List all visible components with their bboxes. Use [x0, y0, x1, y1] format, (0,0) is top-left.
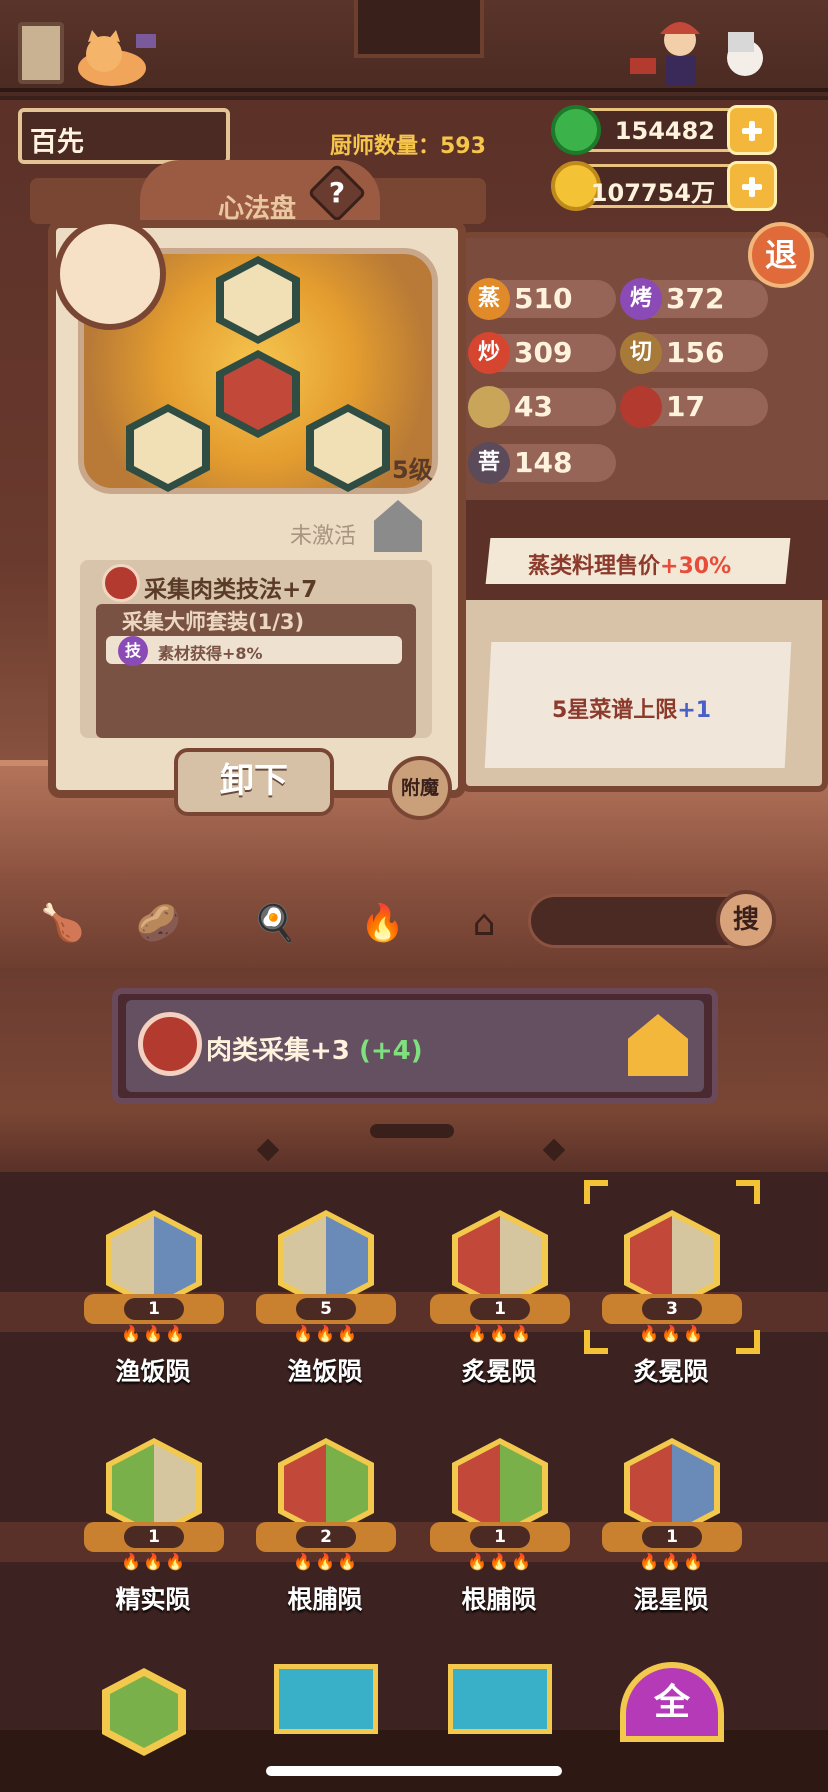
grain-bowl-icon: [468, 386, 510, 428]
stat-cut-value: 156: [666, 336, 725, 369]
partial-item-2[interactable]: [274, 1664, 378, 1734]
drumstick-filter-icon[interactable]: 🍗: [40, 902, 85, 946]
item-name: 混星陨: [633, 1585, 709, 1614]
add-jade-button[interactable]: [727, 105, 777, 155]
item-count: 1: [642, 1526, 702, 1548]
skill-badge-icon: 技: [118, 636, 148, 666]
item-name: 炙冕陨: [633, 1357, 709, 1386]
chef-characters-icon: [630, 22, 763, 86]
flame-rating-icon: 🔥🔥🔥: [467, 1552, 533, 1571]
flame-rating-icon: 🔥🔥🔥: [293, 1552, 359, 1571]
center-portrait: [354, 0, 484, 58]
stat-steam-value: 510: [514, 282, 573, 315]
flame-rating-icon: 🔥🔥🔥: [293, 1324, 359, 1343]
item-count: 1: [470, 1526, 530, 1548]
stat-roast: 烤 372: [620, 278, 768, 320]
stat-bitter-icon: 菩: [468, 442, 510, 484]
stat-stirfry-value: 309: [514, 336, 573, 369]
xinfapan-level: 5级: [392, 456, 433, 484]
banner-effect-text: 肉类采集+3 (+4): [206, 1036, 423, 1066]
pan-filter-icon[interactable]: 🍳: [252, 902, 297, 946]
item-name: 精实陨: [115, 1585, 191, 1614]
stat-steam: 蒸 510: [468, 278, 616, 320]
grain-bowl-icon: [314, 412, 382, 484]
item-card[interactable]: 1 🔥🔥🔥 炙冕陨: [424, 1210, 574, 1410]
item-card[interactable]: 1 🔥🔥🔥 渔饭陨: [78, 1210, 228, 1410]
home-indicator[interactable]: [266, 1766, 562, 1776]
chef-count-label: 厨师数量：593: [330, 134, 486, 159]
selection-corner: [584, 1180, 608, 1204]
meat-pot-icon: [224, 358, 292, 430]
vegetable-filter-icon[interactable]: 🥔: [136, 902, 181, 946]
activation-status: 未激活: [290, 524, 357, 549]
item-card[interactable]: 5 🔥🔥🔥 渔饭陨: [250, 1210, 400, 1410]
stat-stirfry: 炒 309: [468, 332, 616, 374]
item-name: 根脯陨: [461, 1585, 537, 1614]
bonus-ribbon-2-text: 5星菜谱上限+1: [552, 698, 712, 723]
unequip-button[interactable]: 卸下: [174, 748, 334, 816]
stat-bitter-value: 148: [514, 446, 573, 479]
flame-rating-icon: 🔥🔥🔥: [639, 1552, 705, 1571]
selection-corner: [736, 1180, 760, 1204]
item-card[interactable]: 3 🔥🔥🔥 炙冕陨: [596, 1210, 746, 1410]
gold-value: 107754万: [590, 179, 715, 207]
jade-value: 154482: [614, 117, 715, 145]
partial-item-3[interactable]: [448, 1664, 552, 1734]
stat-meat-value: 17: [666, 390, 705, 423]
item-name: 炙冕陨: [461, 1357, 537, 1386]
flame-rating-icon: 🔥🔥🔥: [121, 1324, 187, 1343]
flame-rating-icon: 🔥🔥🔥: [639, 1324, 705, 1343]
stat-roast-icon: 烤: [620, 278, 662, 320]
drawer-handle[interactable]: [370, 1124, 454, 1138]
item-count: 5: [296, 1298, 356, 1320]
grain-bowl-icon: [134, 412, 202, 484]
item-count: 2: [296, 1526, 356, 1548]
stat-steam-icon: 蒸: [468, 278, 510, 320]
stat-grain: 43: [468, 386, 616, 428]
item-name: 渔饭陨: [115, 1357, 191, 1386]
item-card[interactable]: 2 🔥🔥🔥 根脯陨: [250, 1438, 400, 1638]
item-name: 根脯陨: [287, 1585, 363, 1614]
jade-currency: 154482: [551, 105, 777, 155]
question-icon: ?: [328, 176, 346, 209]
item-name: 渔饭陨: [287, 1357, 363, 1386]
set-title: 采集大师套装(1/3): [122, 610, 305, 634]
item-count: 3: [642, 1298, 702, 1320]
item-count: 1: [124, 1526, 184, 1548]
stat-stirfry-icon: 炒: [468, 332, 510, 374]
add-gold-button[interactable]: [727, 161, 777, 211]
bonus-ribbon-1-text: 蒸类料理售价+30%: [528, 554, 732, 579]
grain-bowl-icon: [224, 264, 292, 336]
search-button[interactable]: 搜: [716, 890, 776, 950]
flame-rating-icon: 🔥🔥🔥: [121, 1552, 187, 1571]
stat-cut: 切 156: [620, 332, 768, 374]
item-card[interactable]: 1 🔥🔥🔥 混星陨: [596, 1438, 746, 1638]
jade-icon: [551, 105, 601, 155]
skill-title: 采集肉类技法+7: [144, 577, 318, 603]
gold-currency: 107754万: [551, 161, 777, 211]
set-effect-text: 素材获得+8%: [158, 644, 263, 663]
enchant-button[interactable]: 附魔: [388, 756, 452, 820]
flame-rating-icon: 🔥🔥🔥: [467, 1324, 533, 1343]
item-card[interactable]: 1 🔥🔥🔥 精实陨: [78, 1438, 228, 1638]
item-count: 1: [470, 1298, 530, 1320]
meat-icon: [620, 386, 662, 428]
meat-icon: [138, 1012, 202, 1076]
hanging-frame: [18, 22, 64, 84]
house-filter-icon[interactable]: ⌂: [462, 902, 506, 946]
item-card[interactable]: 1 🔥🔥🔥 根脯陨: [424, 1438, 574, 1638]
item-count: 1: [124, 1298, 184, 1320]
stat-meat: 17: [620, 386, 768, 428]
stat-bitter: 菩 148: [468, 442, 616, 484]
herb-icon: [110, 1676, 178, 1748]
stat-cut-icon: 切: [620, 332, 662, 374]
cat-decoration-icon: [78, 30, 156, 86]
chef-avatar[interactable]: [54, 218, 166, 330]
stat-grain-value: 43: [514, 390, 553, 423]
flame-filter-icon[interactable]: 🔥: [360, 902, 405, 946]
exit-button[interactable]: 退: [748, 222, 814, 288]
player-name-field[interactable]: 百先: [18, 108, 230, 164]
stat-roast-value: 372: [666, 282, 725, 315]
